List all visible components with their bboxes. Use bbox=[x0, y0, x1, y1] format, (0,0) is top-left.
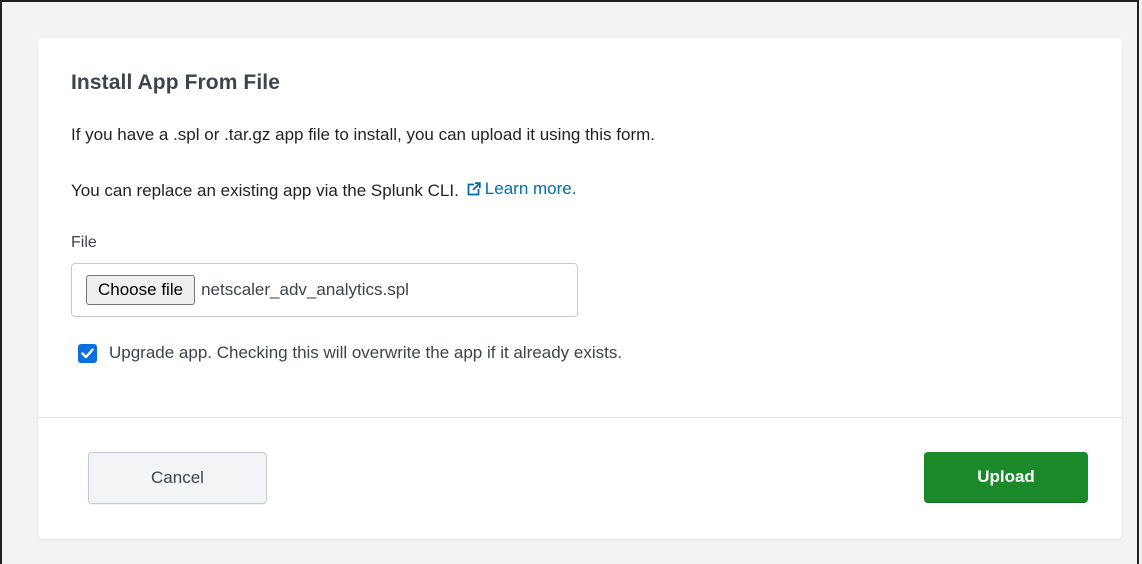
upload-button[interactable]: Upload bbox=[924, 452, 1088, 502]
upgrade-app-label: Upgrade app. Checking this will overwrit… bbox=[109, 343, 623, 362]
cancel-button[interactable]: Cancel bbox=[88, 452, 267, 504]
cli-description-text: You can replace an existing app via the … bbox=[71, 181, 459, 200]
learn-more-link[interactable]: Learn more. bbox=[467, 179, 577, 199]
window-frame: Install App From File If you have a .spl… bbox=[0, 0, 1139, 564]
file-input[interactable]: Choose file netscaler_adv_analytics.spl bbox=[71, 263, 578, 317]
footer-divider bbox=[38, 417, 1122, 418]
modal-title: Install App From File bbox=[71, 71, 281, 94]
external-link-icon bbox=[467, 182, 481, 196]
upload-description: If you have a .spl or .tar.gz app file t… bbox=[71, 125, 655, 144]
modal-body: Install App From File If you have a .spl… bbox=[38, 38, 1122, 417]
upgrade-app-checkbox[interactable] bbox=[78, 343, 97, 363]
upgrade-app-option[interactable]: Upgrade app. Checking this will overwrit… bbox=[78, 343, 622, 363]
file-field-label: File bbox=[71, 234, 97, 251]
cli-description: You can replace an existing app via the … bbox=[71, 179, 576, 201]
checkmark-icon bbox=[81, 348, 94, 358]
learn-more-label: Learn more. bbox=[484, 179, 577, 198]
selected-file-name: netscaler_adv_analytics.spl bbox=[201, 280, 409, 299]
install-app-modal: Install App From File If you have a .spl… bbox=[38, 38, 1122, 539]
choose-file-button[interactable]: Choose file bbox=[86, 275, 196, 305]
